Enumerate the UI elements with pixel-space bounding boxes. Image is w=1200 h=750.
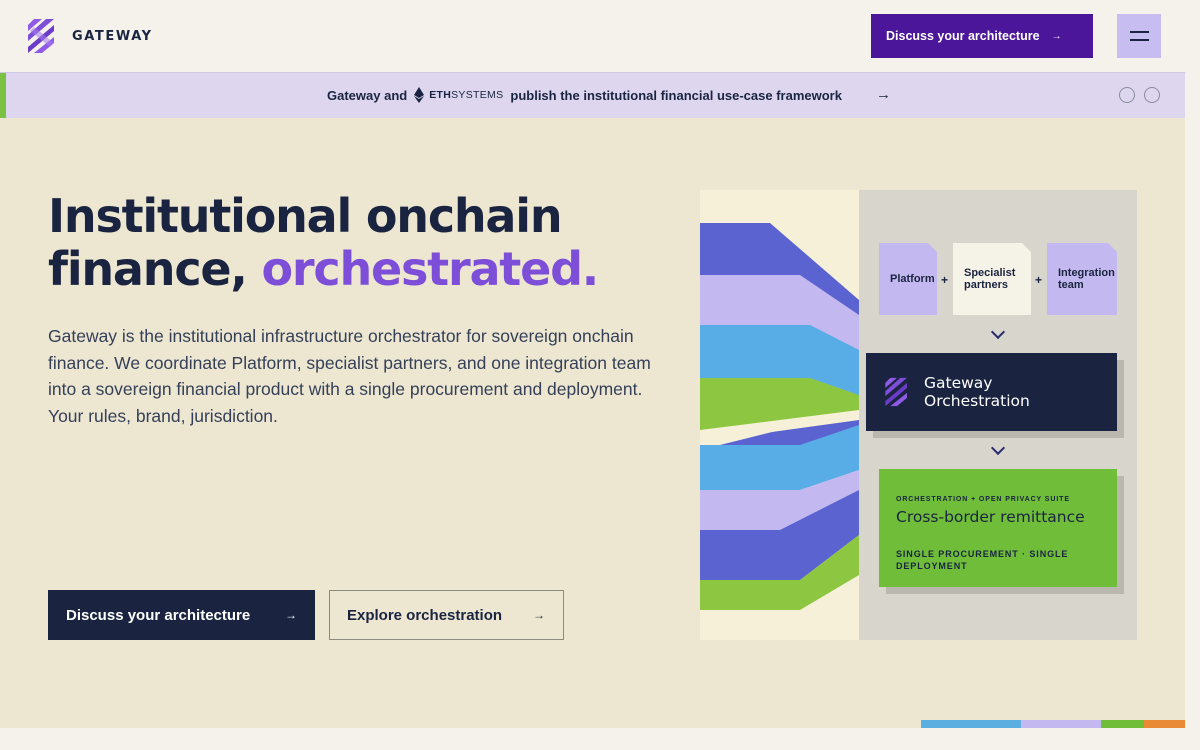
hamburger-icon-line xyxy=(1129,31,1149,33)
input-card-specialist-partners: Specialist partners xyxy=(953,243,1031,315)
announcement-bar[interactable]: Gateway and ETHSYSTEMS publish the insti… xyxy=(0,72,1185,119)
header-discuss-architecture-button[interactable]: Discuss your architecture → xyxy=(871,14,1093,58)
input-card-label: Specialist partners xyxy=(964,267,1016,291)
primary-button-label: Discuss your architecture xyxy=(66,606,251,624)
discuss-architecture-button[interactable]: Discuss your architecture → xyxy=(48,590,315,640)
orchestration-title-line-1: Gateway xyxy=(924,374,993,392)
result-card: ORCHESTRATION + OPEN PRIVACY SUITE Cross… xyxy=(879,469,1117,587)
gateway-logo-icon xyxy=(885,377,907,407)
headline-line-2: finance, xyxy=(48,242,262,296)
carousel-dot[interactable] xyxy=(1119,87,1135,103)
footer-color-strip xyxy=(1101,720,1144,728)
input-card-label: Platform xyxy=(890,273,935,285)
abstract-bands-graphic xyxy=(700,190,859,640)
plus-icon: + xyxy=(1035,273,1043,287)
menu-button[interactable] xyxy=(1117,14,1161,58)
explore-orchestration-button[interactable]: Explore orchestration → xyxy=(329,590,564,640)
secondary-button-label: Explore orchestration xyxy=(347,606,503,624)
hamburger-icon-line xyxy=(1129,39,1149,41)
ethsystems-bold: ETH xyxy=(429,89,452,101)
carousel-dot[interactable] xyxy=(1144,87,1160,103)
header-cta-label: Discuss your architecture xyxy=(886,29,1040,43)
announcement-accent xyxy=(0,73,6,119)
hero-description: Gateway is the institutional infrastruct… xyxy=(48,326,651,426)
arrow-right-icon: → xyxy=(533,608,545,622)
site-header: GATEWAY Discuss your architecture → xyxy=(0,0,1200,72)
hero-headline: Institutional onchain finance, orchestra… xyxy=(48,189,599,296)
result-footer: SINGLE PROCUREMENT · SINGLE DEPLOYMENT xyxy=(896,549,1069,571)
announcement-message: publish the institutional financial use-… xyxy=(510,87,842,103)
result-title: Cross-border remittance xyxy=(896,508,1085,526)
result-eyebrow: ORCHESTRATION + OPEN PRIVACY SUITE xyxy=(896,496,1070,503)
headline-line-1: Institutional onchain xyxy=(48,189,563,243)
gateway-logo[interactable]: GATEWAY xyxy=(24,17,153,55)
gateway-logo-icon xyxy=(28,19,54,53)
ethsystems-logo: ETHSYSTEMS xyxy=(414,87,503,103)
input-card-integration-team: Integration team xyxy=(1047,243,1117,315)
orchestration-title-line-2: Orchestration xyxy=(924,392,1030,410)
logo-wordmark: GATEWAY xyxy=(72,28,153,44)
ethereum-icon xyxy=(414,87,425,103)
arrow-right-icon: → xyxy=(1051,30,1062,42)
announcement-lead: Gateway and xyxy=(327,87,408,103)
announcement-text: Gateway and ETHSYSTEMS publish the insti… xyxy=(327,87,842,103)
ethsystems-light: SYSTEMS xyxy=(451,89,504,101)
footer-color-strip xyxy=(1144,720,1185,728)
footer-color-strip xyxy=(1021,720,1101,728)
orchestration-title: Gateway Orchestration xyxy=(924,374,1030,410)
input-card-platform: Platform xyxy=(879,243,937,315)
gateway-orchestration-card: Gateway Orchestration xyxy=(866,353,1117,431)
footer-color-strip xyxy=(921,720,1021,728)
arrow-right-icon: → xyxy=(285,608,297,622)
orchestration-illustration: Platform + Specialist partners + Integra… xyxy=(700,190,1137,640)
input-card-label: Integration team xyxy=(1058,267,1115,291)
color-bands-icon xyxy=(700,190,859,640)
headline-accent: orchestrated. xyxy=(261,242,599,296)
plus-icon: + xyxy=(941,273,949,287)
arrow-right-icon[interactable]: → xyxy=(876,86,891,103)
